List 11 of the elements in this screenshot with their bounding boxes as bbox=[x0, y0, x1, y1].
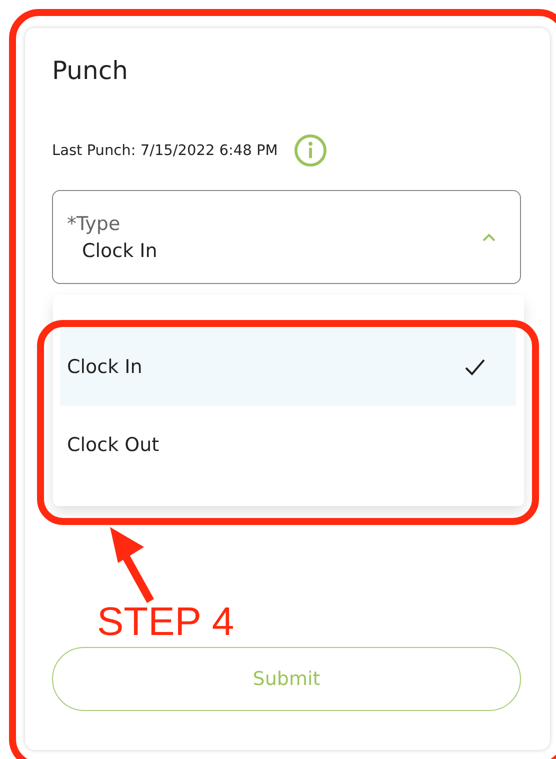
info-icon[interactable] bbox=[294, 134, 327, 167]
field-value: Clock In bbox=[82, 240, 158, 262]
dropdown-option[interactable]: Clock Out bbox=[60, 406, 516, 484]
last-punch-text: Last Punch: 7/15/2022 6:48 PM bbox=[52, 142, 278, 158]
step-label: STEP 4 bbox=[97, 600, 234, 645]
card-title: Punch bbox=[52, 56, 129, 87]
field-label: *Type bbox=[67, 212, 122, 234]
type-select[interactable]: *Type Clock In bbox=[52, 190, 521, 284]
check-icon bbox=[464, 358, 486, 376]
dropdown-option[interactable]: Clock In bbox=[60, 328, 516, 406]
caret-icon bbox=[482, 232, 496, 242]
